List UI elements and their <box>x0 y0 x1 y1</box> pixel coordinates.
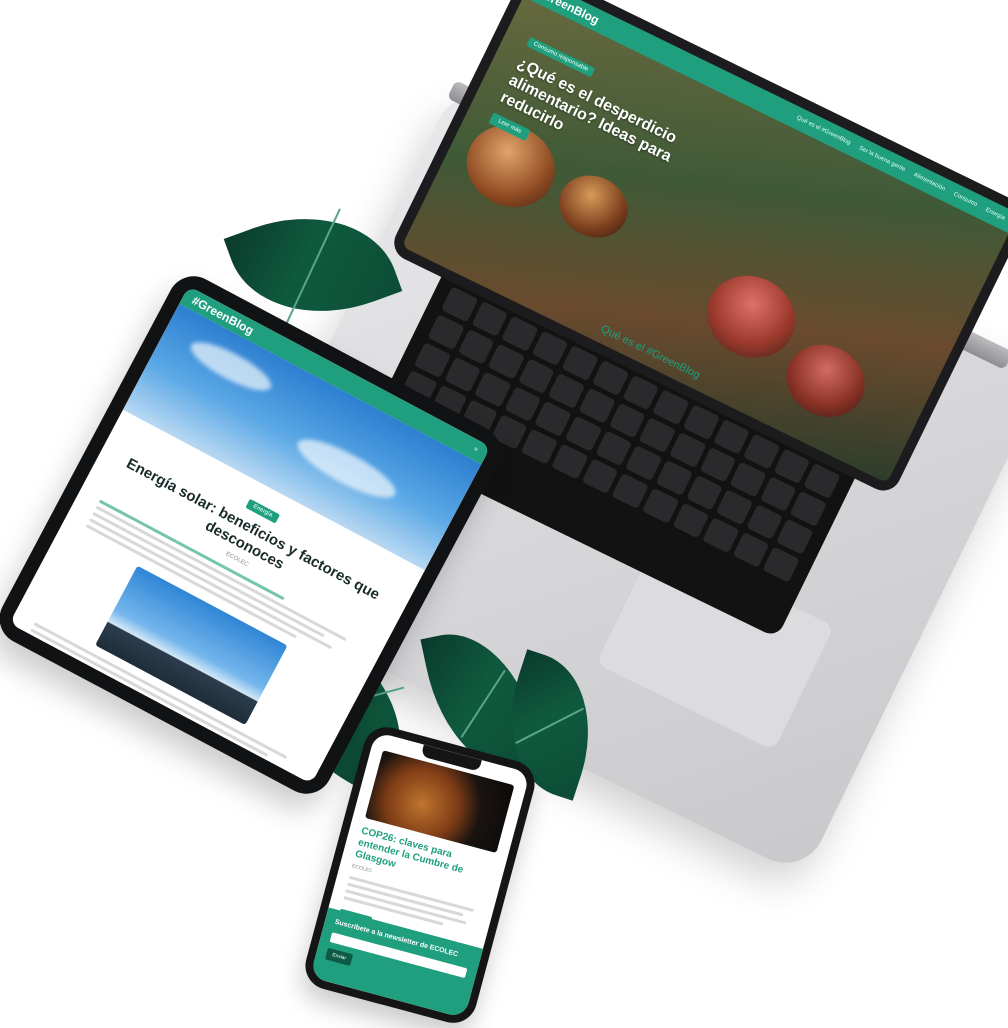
keyboard-key <box>564 415 602 452</box>
keyboard-key <box>655 459 693 496</box>
newsletter-submit-button[interactable]: Enviar <box>324 947 354 967</box>
keyboard-key <box>715 489 754 526</box>
cloud-shape <box>290 429 403 508</box>
nav-item[interactable]: Alimentación <box>912 172 946 192</box>
keyboard-key <box>641 487 679 524</box>
apple-image <box>693 261 810 373</box>
keyboard-key <box>611 473 649 509</box>
keyboard-key <box>487 343 525 380</box>
keyboard-key <box>521 428 559 465</box>
menu-icon[interactable]: ≡ <box>473 446 479 453</box>
keyboard-key <box>517 358 556 395</box>
keyboard-key <box>595 430 633 467</box>
keyboard-key <box>746 504 784 541</box>
nav-item[interactable]: Qué es el #GreenBlog <box>796 115 852 146</box>
keyboard-key <box>789 490 828 527</box>
keyboard-key <box>732 531 770 568</box>
keyboard-key <box>759 476 797 513</box>
nav-item[interactable]: Consumo <box>952 191 978 208</box>
keyboard-key <box>762 546 800 583</box>
keyboard-key <box>672 502 710 539</box>
laptop-nav: Qué es el #GreenBlog Ser la buena gente … <box>796 115 1006 222</box>
keyboard-key <box>504 386 542 423</box>
keyboard-key <box>608 402 646 439</box>
keyboard-key <box>534 400 572 437</box>
keyboard-key <box>551 443 589 480</box>
keyboard-key <box>729 461 767 498</box>
keyboard-key <box>638 417 676 454</box>
keyboard-key <box>413 341 451 378</box>
keyboard-key <box>625 445 663 482</box>
keyboard-key <box>702 517 740 554</box>
keyboard-key <box>548 373 586 409</box>
keyboard-key <box>669 432 707 468</box>
nav-item[interactable]: Ser la buena gente <box>858 145 906 173</box>
keyboard-key <box>457 328 495 365</box>
tablet-nav: ≡ <box>473 446 479 453</box>
keyboard-key <box>427 314 465 351</box>
keyboard-key <box>474 371 512 408</box>
laptop-brand[interactable]: #GreenBlog <box>534 0 601 27</box>
nav-item[interactable]: Energía <box>984 207 1006 222</box>
keyboard-key <box>699 446 737 483</box>
keyboard-key <box>581 458 619 495</box>
keyboard-key <box>443 356 482 393</box>
keyboard-key <box>578 387 616 424</box>
keyboard-key <box>685 474 723 511</box>
keyboard-key <box>776 518 814 555</box>
